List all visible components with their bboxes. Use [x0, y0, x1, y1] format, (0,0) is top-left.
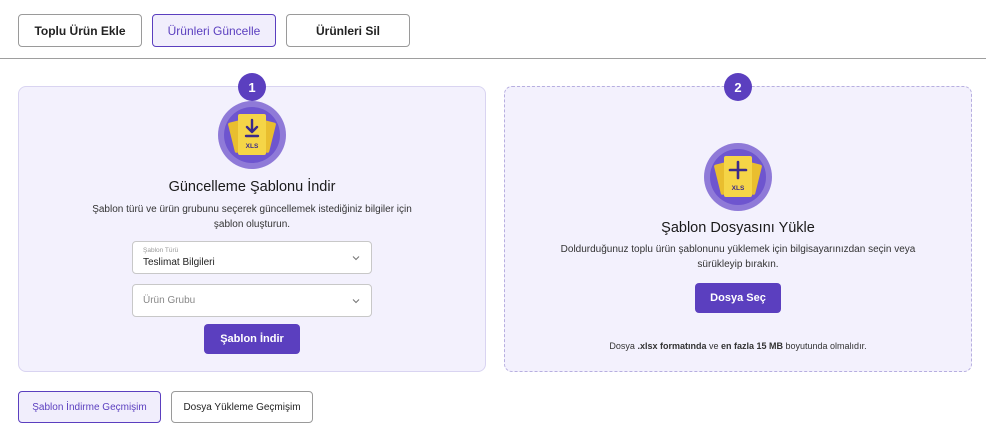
download-template-button[interactable]: Şablon İndir — [204, 324, 300, 354]
product-group-select[interactable]: Ürün Grubu — [132, 284, 372, 317]
tab-bar: Toplu Ürün Ekle Ürünleri Güncelle Ürünle… — [18, 14, 410, 47]
step-badge-1: 1 — [238, 73, 266, 101]
file-requirements-note: Dosya .xlsx formatında ve en fazla 15 MB… — [505, 341, 971, 351]
download-card-description: Şablon türü ve ürün grubunu seçerek günc… — [92, 204, 412, 230]
note-size: en fazla 15 MB — [720, 341, 784, 351]
xls-download-icon: XLS — [218, 101, 286, 169]
tab-bulk-add[interactable]: Toplu Ürün Ekle — [18, 14, 142, 47]
template-type-value: Teslimat Bilgileri — [143, 257, 215, 268]
choose-file-button[interactable]: Dosya Seç — [695, 283, 781, 313]
xls-label: XLS — [246, 143, 259, 150]
template-type-select[interactable]: Şablon Türü Teslimat Bilgileri — [132, 241, 372, 274]
chevron-down-icon — [352, 299, 360, 304]
note-format: .xlsx formatında — [637, 341, 707, 351]
upload-card-title: Şablon Dosyasını Yükle — [661, 220, 815, 236]
divider — [0, 58, 986, 59]
download-template-card: 1 XLS Güncelleme Şablonu İndir Şablon tü… — [18, 73, 486, 372]
chevron-down-icon — [352, 256, 360, 261]
download-card-title: Güncelleme Şablonu İndir — [168, 179, 336, 195]
note-text: Dosya — [609, 341, 638, 351]
xls-label: XLS — [732, 185, 745, 192]
xls-upload-icon: XLS — [704, 143, 772, 211]
upload-card-description: Doldurduğunuz toplu ürün şablonunu yükle… — [560, 244, 916, 270]
tab-update-products[interactable]: Ürünleri Güncelle — [152, 14, 276, 47]
template-download-history-button[interactable]: Şablon İndirme Geçmişim — [18, 391, 161, 423]
file-upload-history-button[interactable]: Dosya Yükleme Geçmişim — [171, 391, 313, 423]
note-text: boyutunda olmalıdır. — [783, 341, 867, 351]
note-text: ve — [706, 341, 721, 351]
history-bar: Şablon İndirme Geçmişim Dosya Yükleme Ge… — [18, 391, 313, 423]
product-group-placeholder: Ürün Grubu — [143, 295, 196, 306]
step-badge-2: 2 — [724, 73, 752, 101]
template-type-label: Şablon Türü — [143, 247, 179, 254]
upload-dropzone[interactable]: 2 XLS Şablon Dosyasını Yükle Doldurduğun… — [504, 73, 972, 372]
tab-delete-products[interactable]: Ürünleri Sil — [286, 14, 410, 47]
